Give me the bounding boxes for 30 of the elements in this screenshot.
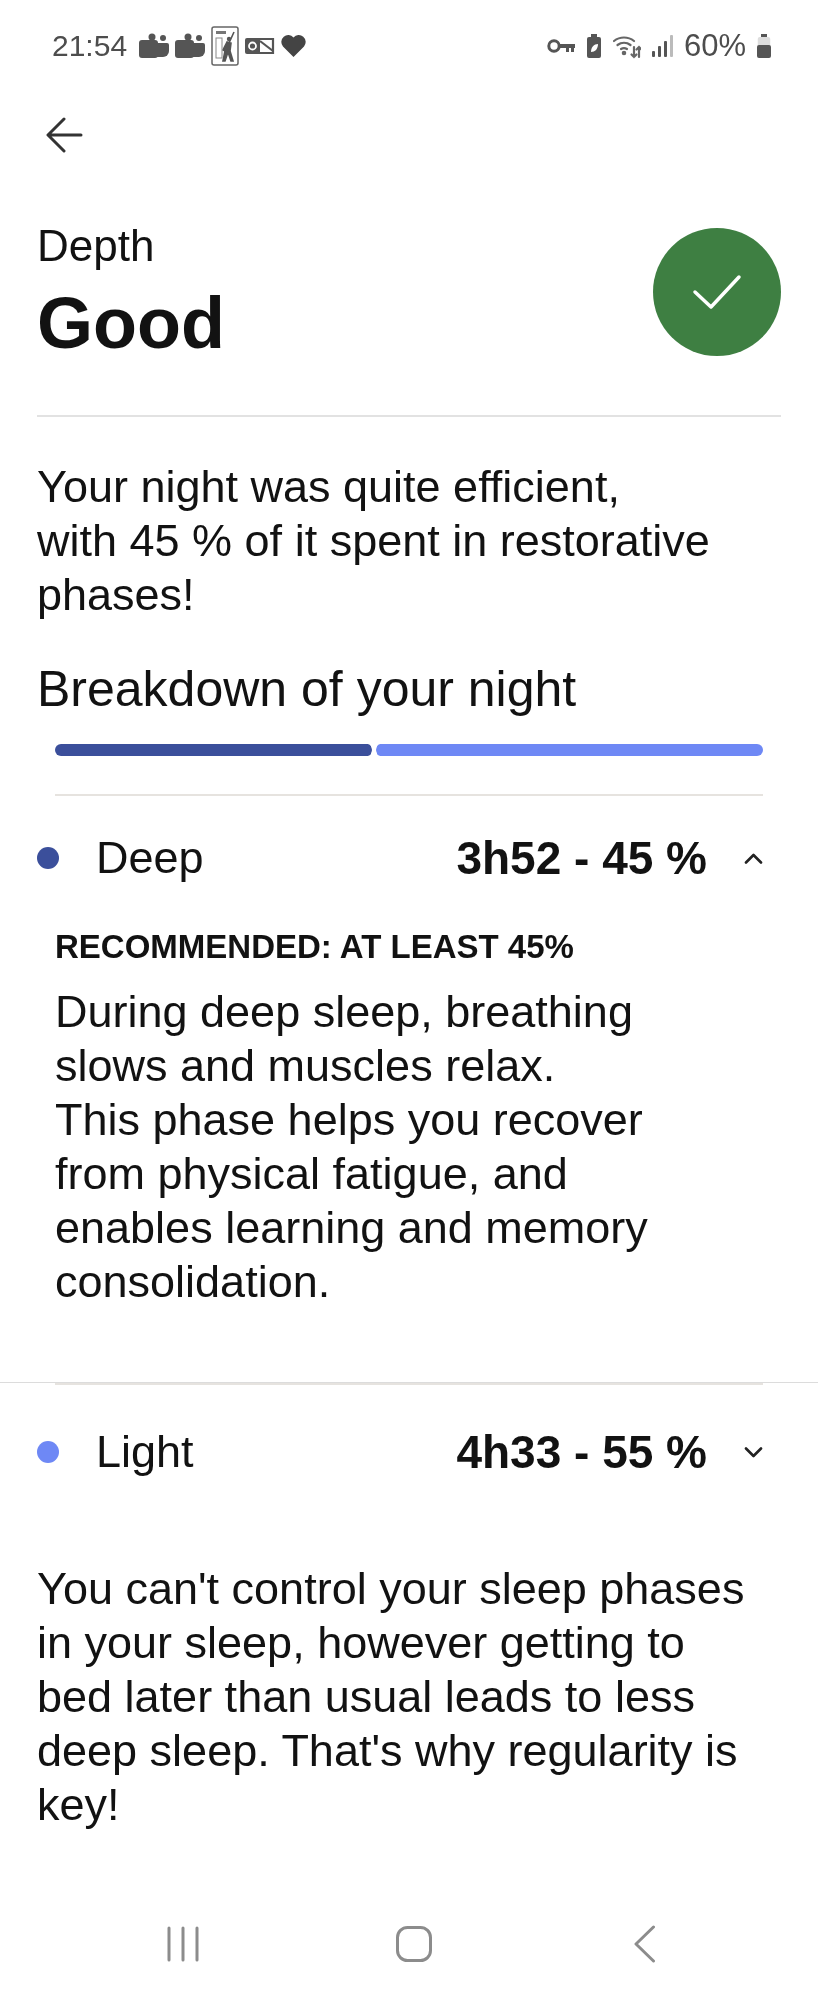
chevron-down-icon[interactable]	[744, 1446, 763, 1458]
score-label: Depth	[37, 220, 155, 272]
section-title: Breakdown of your night	[37, 661, 577, 717]
signal-icon	[651, 35, 674, 57]
phase-name: Deep	[96, 831, 204, 885]
heart-icon	[281, 35, 307, 57]
key-icon	[546, 38, 575, 54]
battery-percentage: 60%	[683, 29, 746, 63]
phase-name: Light	[96, 1425, 194, 1479]
recommendation-text: RECOMMENDED: AT LEAST 45%	[55, 927, 574, 967]
phase-description: During deep sleep, breathing slows and muscles relax.	[55, 985, 634, 1093]
chevron-up-icon[interactable]	[744, 852, 763, 864]
people-tile-icon	[175, 33, 206, 59]
people-tile-icon	[139, 33, 170, 59]
battery-leaf-icon	[585, 34, 602, 58]
golfer-card-icon	[211, 26, 240, 66]
battery-icon	[757, 34, 771, 58]
phase-duration: 4h33 - 55 %	[456, 1425, 707, 1479]
phase-duration: 3h52 - 45 %	[456, 831, 707, 885]
back-arrow-icon[interactable]	[46, 117, 83, 153]
status-time: 21:54	[52, 29, 128, 63]
summary-text: Your night was quite efficient, with 45 % of it spent in restorative phases!	[37, 460, 711, 622]
check-circle-icon	[653, 227, 781, 356]
advice-text: You can't control your sleep phases in your sleep, however getting to bed later than usual leads to less deep sleep. That's why regularity is key!	[37, 1562, 746, 1832]
wifi-icon	[612, 33, 641, 59]
back-icon[interactable]	[634, 1925, 656, 1963]
recents-icon[interactable]	[166, 1926, 200, 1962]
home-icon[interactable]	[396, 1926, 432, 1962]
score-value: Good	[37, 283, 225, 363]
phase-description: This phase helps you recover from physical fatigue, and enables learning and memory consolidation.	[55, 1093, 649, 1309]
